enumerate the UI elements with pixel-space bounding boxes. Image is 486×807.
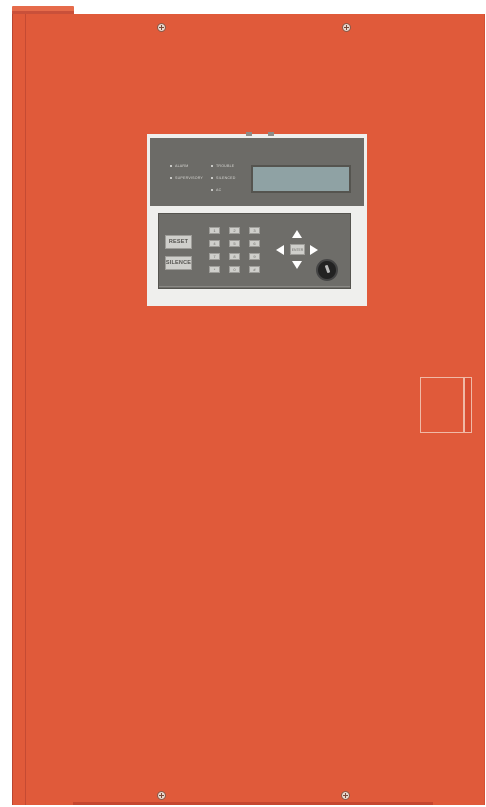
screw-icon [157, 23, 166, 32]
led-supervisory: SUPERVISORY [170, 176, 203, 180]
led-trouble-label: TROUBLE [216, 164, 235, 168]
panel-clip [246, 132, 252, 136]
supervisory-led-icon [170, 177, 172, 179]
arrow-up-icon[interactable] [292, 230, 302, 238]
key-8[interactable]: 8 [229, 253, 240, 260]
control-panel: ALARM SUPERVISORY TROUBLE SILENCED AC RE… [147, 132, 367, 306]
silence-button[interactable]: SILENCE [165, 256, 192, 270]
screw-icon [342, 23, 351, 32]
status-section: ALARM SUPERVISORY TROUBLE SILENCED AC [150, 138, 364, 206]
key-hash[interactable]: # [249, 266, 260, 273]
led-silenced: SILENCED [211, 176, 236, 180]
key-6[interactable]: 6 [249, 240, 260, 247]
led-trouble: TROUBLE [211, 164, 234, 168]
control-section: RESET SILENCE 1 2 3 4 5 6 7 8 9 * 0 # EN… [158, 213, 351, 289]
led-silenced-label: SILENCED [216, 176, 236, 180]
ac-led-icon [211, 189, 213, 191]
key-9[interactable]: 9 [249, 253, 260, 260]
silenced-led-icon [211, 177, 213, 179]
alarm-led-icon [170, 165, 172, 167]
key-5[interactable]: 5 [229, 240, 240, 247]
key-0[interactable]: 0 [229, 266, 240, 273]
led-ac: AC [211, 188, 221, 192]
hinge-strip [14, 14, 26, 805]
bottom-lip [73, 802, 433, 805]
arrow-right-icon[interactable] [310, 245, 318, 255]
screw-icon [157, 791, 166, 800]
reset-button[interactable]: RESET [165, 235, 192, 249]
key-7[interactable]: 7 [209, 253, 220, 260]
lcd-display [251, 165, 351, 193]
arrow-left-icon[interactable] [276, 245, 284, 255]
key-1[interactable]: 1 [209, 227, 220, 234]
key-3[interactable]: 3 [249, 227, 260, 234]
panel-clip [268, 132, 274, 136]
led-ac-label: AC [216, 188, 222, 192]
enter-button[interactable]: ENTER [290, 244, 305, 255]
key-2[interactable]: 2 [229, 227, 240, 234]
door-latch-edge [464, 377, 472, 433]
key-star[interactable]: * [209, 266, 220, 273]
screw-icon [341, 791, 350, 800]
arrow-down-icon[interactable] [292, 261, 302, 269]
led-alarm-label: ALARM [175, 164, 189, 168]
led-supervisory-label: SUPERVISORY [175, 176, 204, 180]
trouble-led-icon [211, 165, 213, 167]
keyswitch-icon[interactable] [316, 259, 338, 281]
key-4[interactable]: 4 [209, 240, 220, 247]
led-alarm: ALARM [170, 164, 188, 168]
divider [159, 286, 350, 287]
door-latch[interactable] [420, 377, 464, 433]
